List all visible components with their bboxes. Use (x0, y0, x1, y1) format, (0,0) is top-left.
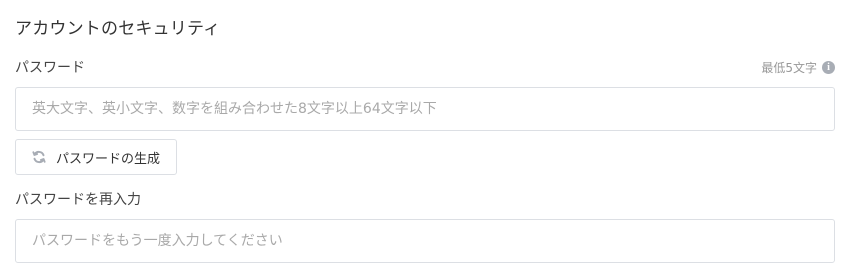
confirm-password-input[interactable] (15, 219, 835, 263)
password-hint: 最低5文字 i (761, 59, 835, 76)
refresh-icon (32, 150, 46, 164)
password-hint-text: 最低5文字 (761, 61, 817, 75)
generate-password-button[interactable]: パスワードの生成 (15, 139, 177, 175)
info-icon[interactable]: i (822, 61, 835, 74)
section-title: アカウントのセキュリティ (15, 19, 221, 39)
confirm-password-label: パスワードを再入力 (15, 192, 141, 208)
password-label: パスワード (15, 60, 85, 76)
generate-password-label: パスワードの生成 (56, 151, 161, 167)
password-input[interactable] (15, 87, 835, 131)
